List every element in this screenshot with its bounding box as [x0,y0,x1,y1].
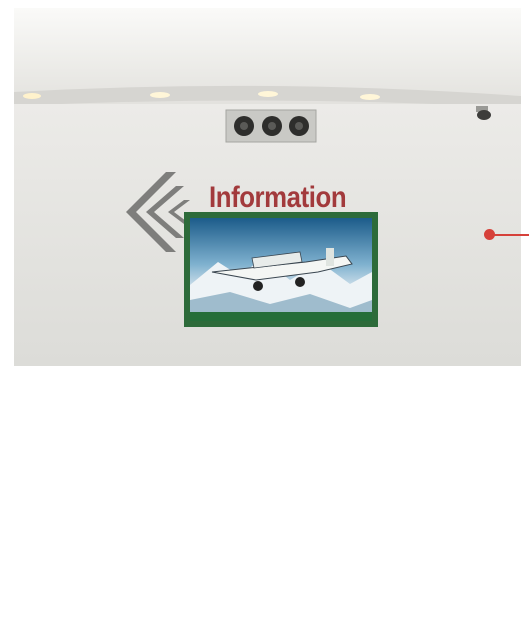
callout-line [489,234,529,236]
ceiling-light [360,94,380,100]
photo-frame: Information [14,8,521,612]
lobby-photo [14,8,521,366]
speaker-box [225,109,317,143]
callout-marker [484,229,495,240]
ceiling-light [150,92,170,98]
photo-scene: Information [0,0,529,627]
ceiling-light [258,91,278,97]
ceiling-light [23,93,41,99]
display-screen [184,212,378,327]
information-sign: Information [209,181,347,214]
